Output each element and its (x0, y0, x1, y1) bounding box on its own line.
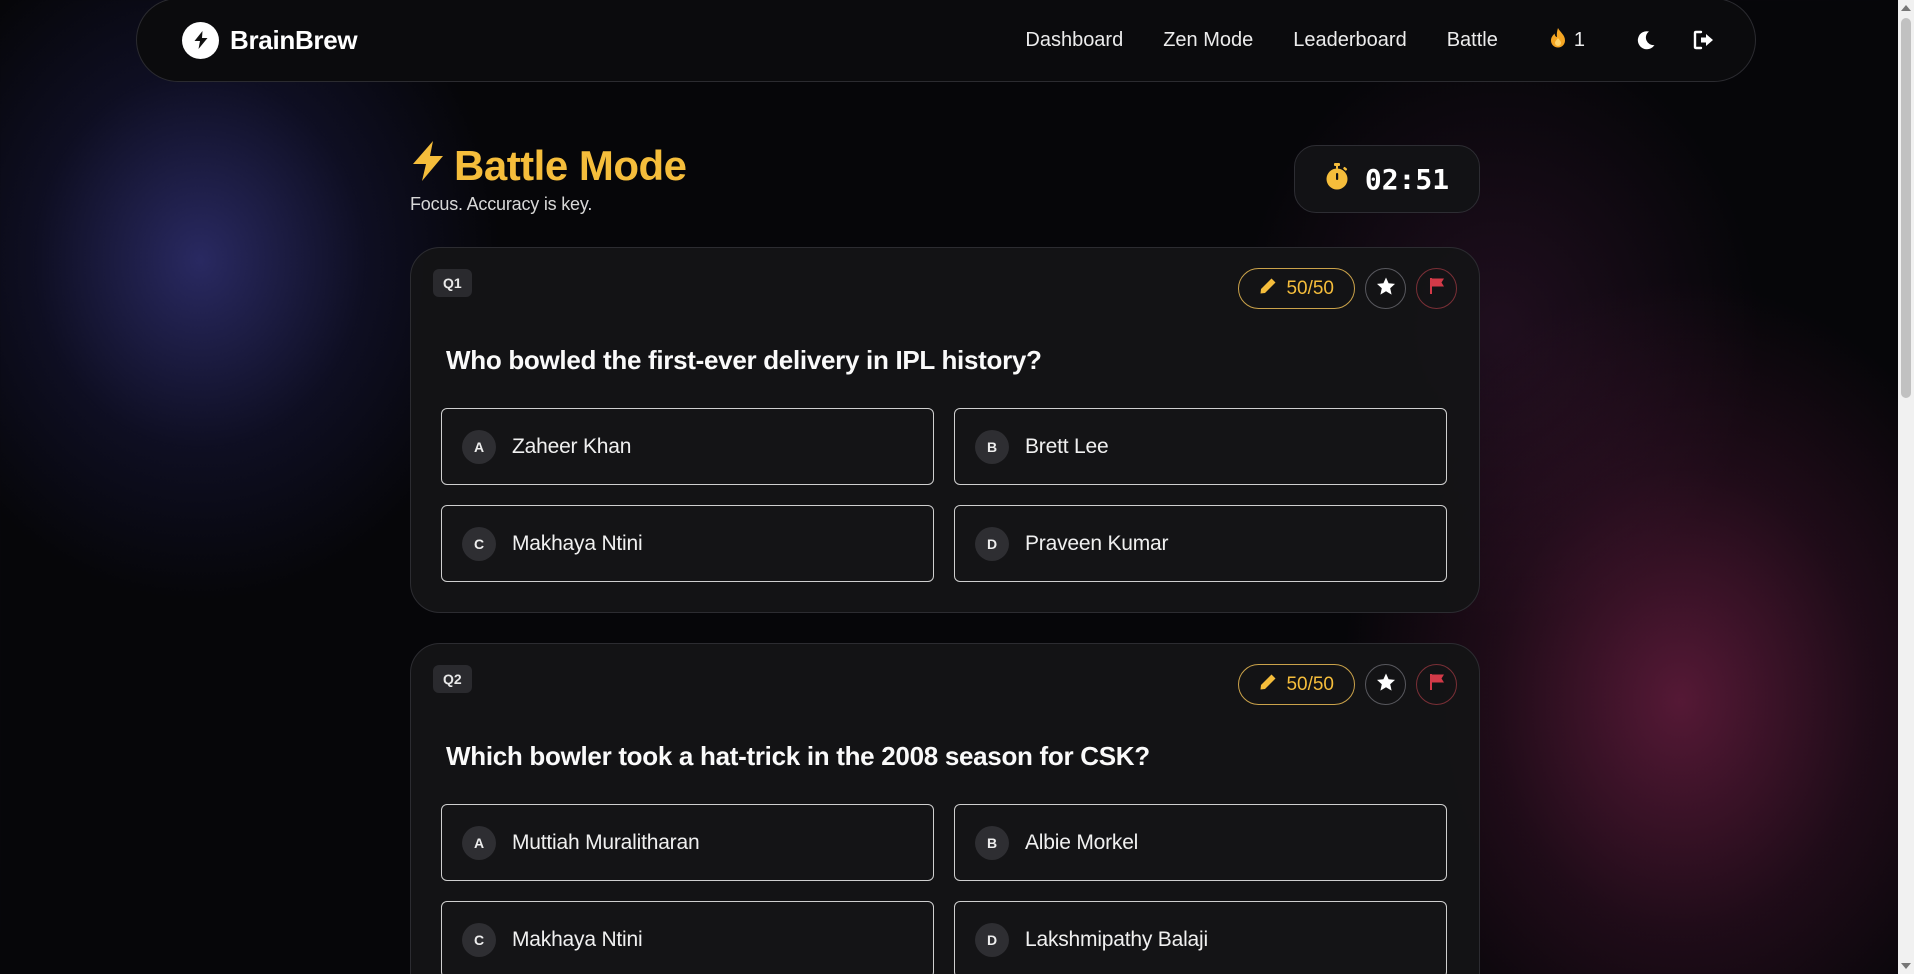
option-b[interactable]: B Albie Morkel (954, 804, 1447, 881)
option-letter: B (975, 825, 1009, 860)
brand-name: BrainBrew (230, 24, 358, 55)
question-number-badge: Q2 (433, 665, 472, 693)
flag-icon (1429, 277, 1445, 300)
question-number-badge: Q1 (433, 269, 472, 297)
countdown-timer: 02:51 (1294, 145, 1480, 213)
question-card: Q1 50/50 Who bowled the first-ever deliv… (410, 247, 1480, 613)
option-letter: D (975, 526, 1009, 561)
option-letter: B (975, 429, 1009, 464)
streak-count: 1 (1573, 28, 1585, 51)
question-tools: 50/50 (1238, 268, 1457, 309)
option-letter: A (462, 825, 496, 860)
question-card: Q2 50/50 Which bowler took a hat-trick i… (410, 643, 1480, 974)
nav-link-leaderboard[interactable]: Leaderboard (1293, 29, 1406, 52)
question-tools: 50/50 (1238, 664, 1457, 705)
question-text: Who bowled the first-ever delivery in IP… (446, 345, 1042, 375)
option-letter: C (462, 922, 496, 957)
option-text: Makhaya Ntini (512, 927, 643, 951)
option-letter: C (462, 526, 496, 561)
option-d[interactable]: D Praveen Kumar (954, 505, 1447, 582)
option-text: Lakshmipathy Balaji (1025, 927, 1208, 951)
bolt-icon (182, 21, 219, 59)
option-letter: D (975, 922, 1009, 957)
fifty-fifty-button[interactable]: 50/50 (1238, 268, 1355, 309)
fifty-fifty-button[interactable]: 50/50 (1238, 664, 1355, 705)
option-c[interactable]: C Makhaya Ntini (441, 901, 934, 974)
nav-icon-group (1635, 29, 1715, 51)
option-letter: A (462, 429, 496, 464)
answer-options: A Muttiah Muralitharan B Albie Morkel C … (441, 804, 1447, 974)
vertical-scrollbar[interactable] (1898, 0, 1914, 974)
bookmark-star-button[interactable] (1365, 268, 1406, 309)
star-icon (1376, 673, 1396, 697)
fire-icon (1548, 27, 1568, 54)
stopwatch-icon (1325, 162, 1349, 196)
streak-counter[interactable]: 1 (1548, 27, 1585, 54)
question-text: Which bowler took a hat-trick in the 200… (446, 741, 1150, 771)
option-b[interactable]: B Brett Lee (954, 408, 1447, 485)
pencil-icon (1259, 673, 1277, 697)
option-text: Makhaya Ntini (512, 531, 643, 555)
fifty-fifty-label: 50/50 (1286, 277, 1334, 299)
nav-link-dashboard[interactable]: Dashboard (1025, 29, 1123, 52)
timer-value: 02:51 (1364, 162, 1450, 196)
option-a[interactable]: A Zaheer Khan (441, 408, 934, 485)
option-a[interactable]: A Muttiah Muralitharan (441, 804, 934, 881)
scroll-up-arrow-icon[interactable] (1898, 0, 1914, 16)
page-subtitle: Focus. Accuracy is key. (410, 194, 593, 214)
option-text: Praveen Kumar (1025, 531, 1169, 555)
bolt-icon (410, 140, 446, 192)
report-flag-button[interactable] (1416, 664, 1457, 705)
option-c[interactable]: C Makhaya Ntini (441, 505, 934, 582)
report-flag-button[interactable] (1416, 268, 1457, 309)
nav-link-zen-mode[interactable]: Zen Mode (1163, 29, 1253, 52)
page-title-text: Battle Mode (454, 142, 687, 189)
fifty-fifty-label: 50/50 (1286, 673, 1334, 695)
option-text: Albie Morkel (1025, 830, 1139, 854)
option-text: Zaheer Khan (512, 434, 632, 458)
page-header: Battle Mode Focus. Accuracy is key. (410, 140, 687, 215)
brand[interactable]: BrainBrew (182, 21, 358, 59)
moon-icon[interactable] (1635, 29, 1657, 51)
star-icon (1376, 277, 1396, 301)
option-text: Muttiah Muralitharan (512, 830, 700, 854)
page-title: Battle Mode (410, 140, 687, 192)
scrollbar-thumb[interactable] (1901, 18, 1911, 398)
nav-links: Dashboard Zen Mode Leaderboard Battle 1 (1025, 27, 1585, 54)
top-navbar: BrainBrew Dashboard Zen Mode Leaderboard… (136, 0, 1756, 82)
scroll-down-arrow-icon[interactable] (1898, 958, 1914, 974)
nav-link-battle[interactable]: Battle (1447, 29, 1498, 52)
answer-options: A Zaheer Khan B Brett Lee C Makhaya Ntin… (441, 408, 1447, 582)
flag-icon (1429, 673, 1445, 696)
logout-icon[interactable] (1693, 29, 1715, 51)
option-d[interactable]: D Lakshmipathy Balaji (954, 901, 1447, 974)
bookmark-star-button[interactable] (1365, 664, 1406, 705)
pencil-icon (1259, 277, 1277, 301)
option-text: Brett Lee (1025, 434, 1109, 458)
